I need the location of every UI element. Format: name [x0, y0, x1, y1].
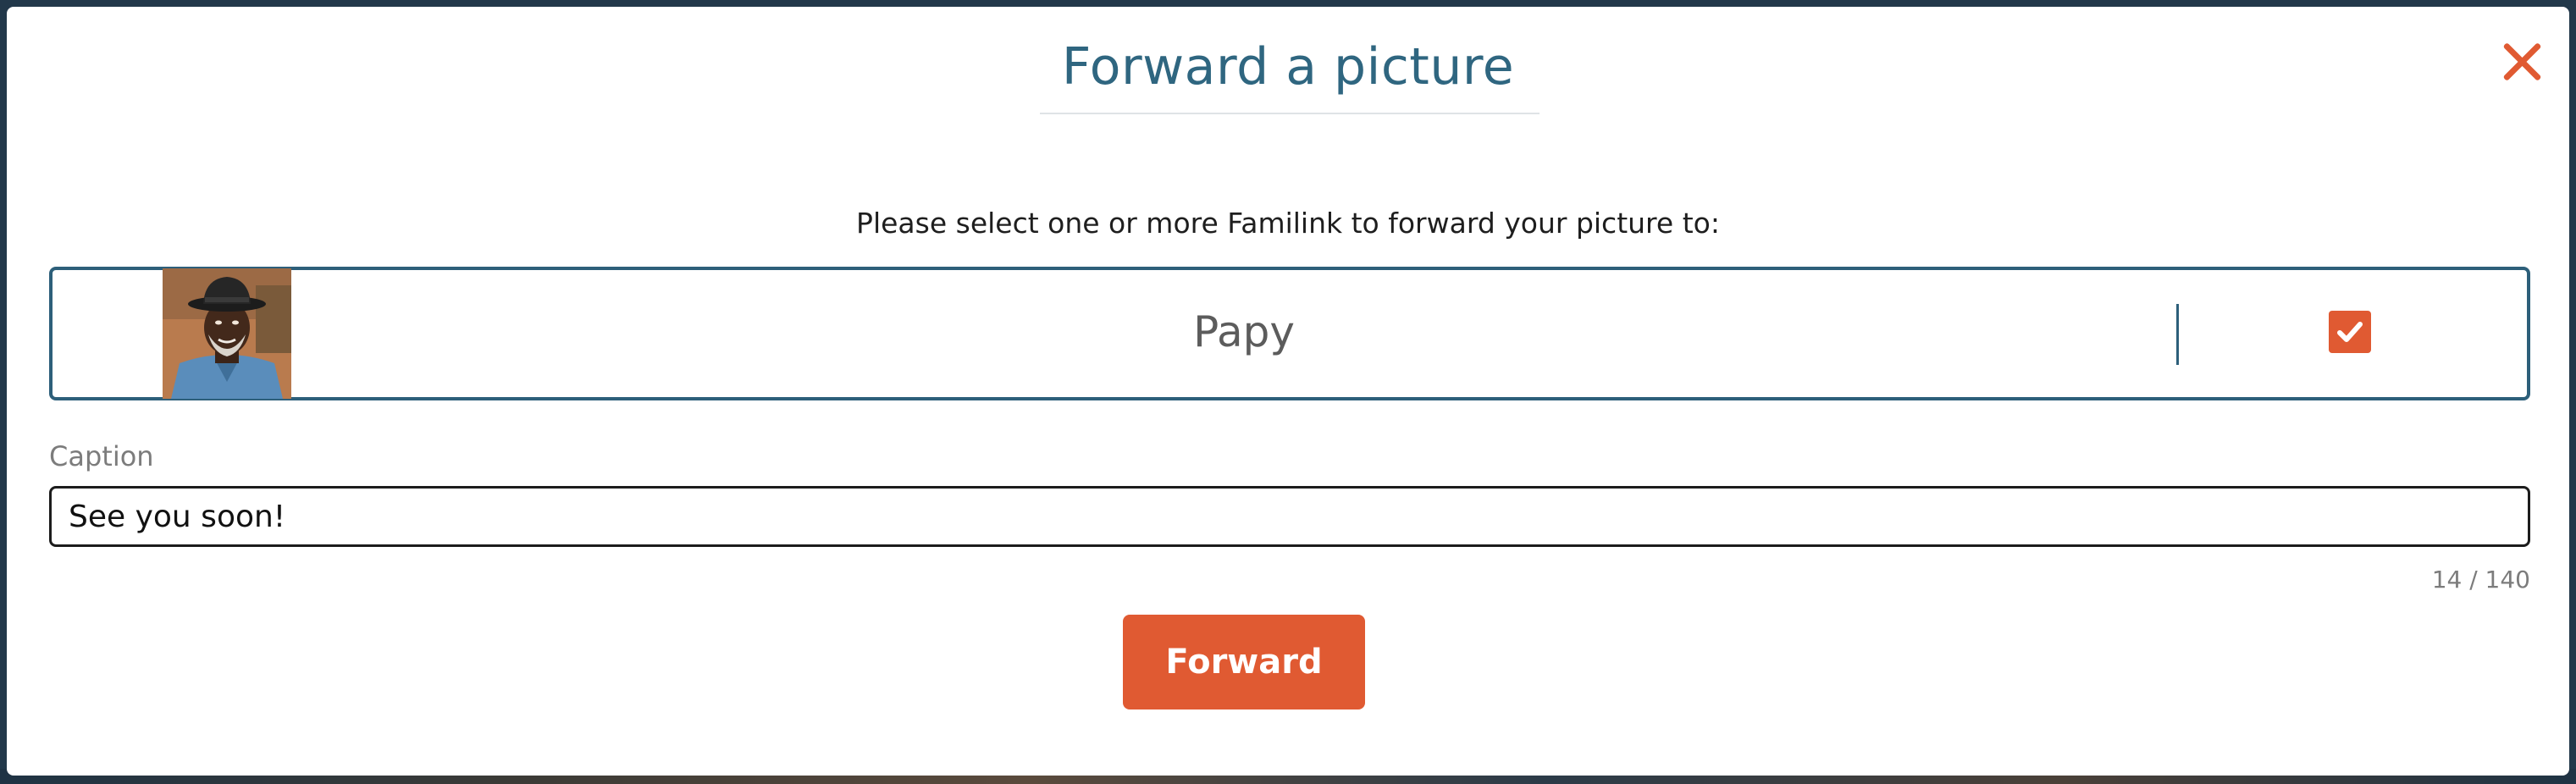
modal-title: Forward a picture: [1061, 37, 1515, 97]
avatar: [163, 268, 291, 399]
familink-checkbox[interactable]: [2329, 311, 2371, 353]
row-divider: [2176, 304, 2179, 365]
forward-picture-modal: Forward a picture Please select one or m…: [7, 7, 2569, 776]
caption-char-counter: 14 / 140: [2431, 566, 2530, 594]
title-divider: [1040, 113, 1540, 114]
check-icon: [2337, 322, 2363, 342]
instruction-text: Please select one or more Familink to fo…: [856, 207, 1720, 240]
close-icon[interactable]: [2500, 39, 2544, 83]
caption-label: Caption: [49, 440, 154, 472]
familink-item[interactable]: Papy: [49, 267, 2530, 400]
caption-input[interactable]: [49, 486, 2530, 547]
forward-button[interactable]: Forward: [1123, 615, 1365, 709]
familink-name: Papy: [1193, 307, 1295, 356]
